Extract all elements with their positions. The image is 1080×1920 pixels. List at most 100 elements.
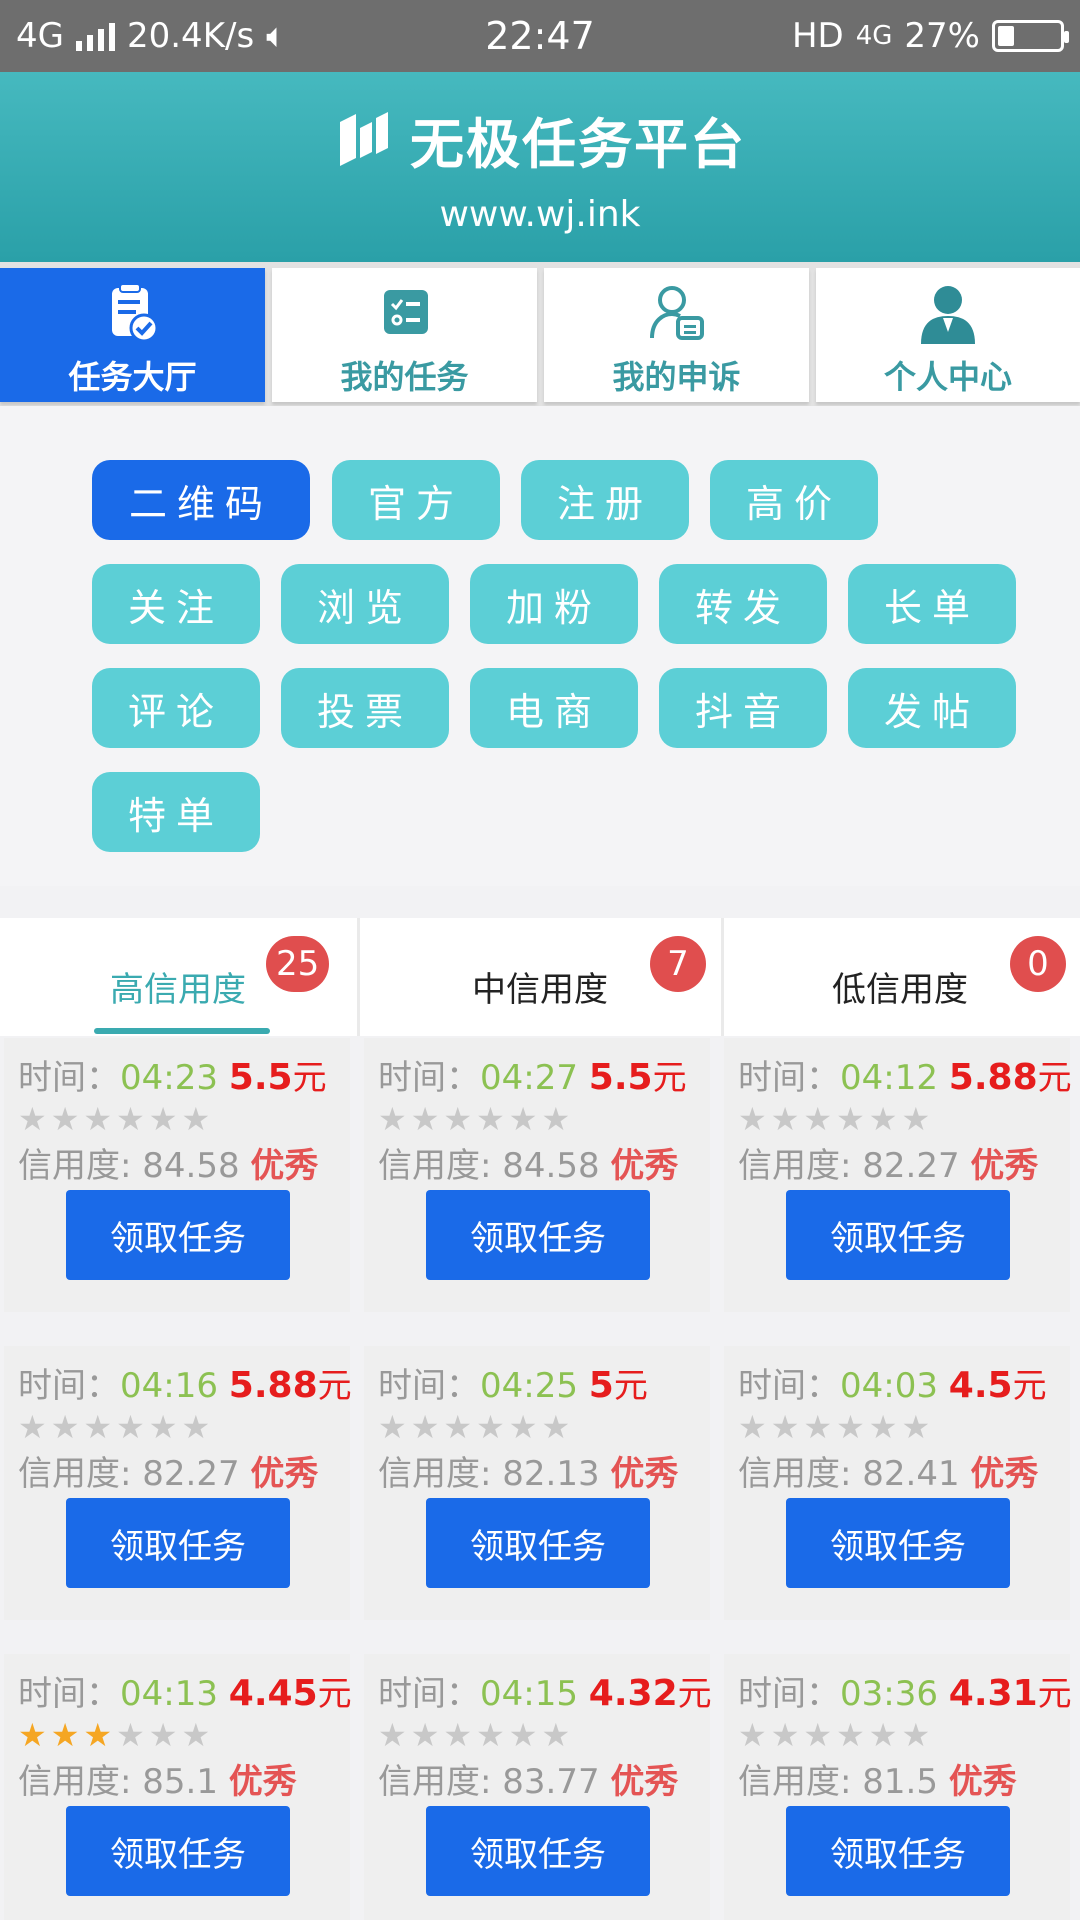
chip-post[interactable]: 发帖 — [848, 668, 1016, 748]
price-value: 4.32 — [588, 1673, 678, 1714]
task-time-price: 时间：04:13 4.45元 — [18, 1666, 352, 1715]
chip-long-order[interactable]: 长单 — [848, 564, 1016, 644]
star-icon: ★ — [738, 1100, 771, 1138]
claim-task-button[interactable]: 领取任务 — [786, 1806, 1010, 1896]
claim-task-button[interactable]: 领取任务 — [426, 1190, 650, 1280]
credit-score: 信用度: 84.58 优秀 — [18, 1138, 318, 1187]
star-icon: ★ — [770, 1100, 804, 1138]
claim-task-button[interactable]: 领取任务 — [786, 1190, 1010, 1280]
rating-stars: ★★★★★★ — [738, 1716, 934, 1754]
claim-task-button[interactable]: 领取任务 — [66, 1190, 290, 1280]
task-hall-icon — [111, 283, 158, 343]
task-card: 时间：04:23 5.5元 ★★★★★★ 信用度: 84.58 优秀 领取任务 — [4, 1038, 350, 1312]
star-icon: ★ — [181, 1716, 215, 1754]
price-value: 4.45 — [228, 1673, 318, 1714]
time-value: 04:12 — [840, 1058, 949, 1098]
tab-low-credit[interactable]: 低信用度 0 — [724, 918, 1080, 1036]
task-time-price: 时间：04:27 5.5元 — [378, 1050, 687, 1099]
price-value: 4.31 — [948, 1673, 1038, 1714]
price-value: 4.5 — [948, 1365, 1013, 1406]
chip-add-fans[interactable]: 加粉 — [470, 564, 638, 644]
claim-task-button[interactable]: 领取任务 — [786, 1498, 1010, 1588]
network-type-right: 4G — [855, 21, 893, 51]
star-icon: ★ — [378, 1100, 411, 1138]
price-unit: 元 — [317, 1366, 352, 1406]
star-icon: ★ — [148, 1408, 182, 1446]
credit-grade: 优秀 — [610, 1146, 679, 1186]
claim-task-button[interactable]: 领取任务 — [426, 1806, 650, 1896]
tab-mid-credit[interactable]: 中信用度 7 — [360, 918, 724, 1036]
claim-task-button[interactable]: 领取任务 — [66, 1806, 290, 1896]
claim-task-button[interactable]: 领取任务 — [66, 1498, 290, 1588]
star-icon: ★ — [868, 1716, 902, 1754]
time-label: 时间： — [378, 1674, 480, 1714]
star-icon: ★ — [770, 1408, 804, 1446]
user-center-icon — [921, 286, 975, 344]
time-value: 04:16 — [120, 1366, 229, 1406]
star-icon: ★ — [443, 1100, 477, 1138]
chip-ecommerce[interactable]: 电商 — [470, 668, 638, 748]
credit-label: 信用度: 82.27 — [738, 1146, 971, 1186]
price-unit: 元 — [1037, 1674, 1072, 1714]
star-icon: ★ — [476, 1408, 509, 1446]
chip-forward[interactable]: 转发 — [659, 564, 827, 644]
star-icon: ★ — [803, 1100, 837, 1138]
price-unit: 元 — [317, 1674, 352, 1714]
status-bar: 4G 20.4K/s 🔈︎ 22:47 HD 4G 27% — [0, 0, 1080, 72]
task-card: 时间：04:03 4.5元 ★★★★★★ 信用度: 82.41 优秀 领取任务 — [724, 1346, 1070, 1620]
rating-stars: ★★★★★★ — [738, 1408, 934, 1446]
task-time-price: 时间：04:03 4.5元 — [738, 1358, 1047, 1407]
credit-grade: 优秀 — [610, 1454, 679, 1494]
star-icon: ★ — [476, 1716, 509, 1754]
star-icon: ★ — [836, 1100, 869, 1138]
chip-douyin[interactable]: 抖音 — [659, 668, 827, 748]
time-label: 时间： — [738, 1366, 840, 1406]
chip-follow[interactable]: 关注 — [92, 564, 260, 644]
task-card: 时间：04:13 4.45元 ★★★★★★ 信用度: 85.1 优秀 领取任务 — [4, 1654, 352, 1920]
star-icon: ★ — [508, 1408, 542, 1446]
app-url[interactable]: www.wj.ink — [0, 194, 1080, 235]
star-icon: ★ — [410, 1100, 444, 1138]
claim-task-button[interactable]: 领取任务 — [426, 1498, 650, 1588]
chip-register[interactable]: 注册 — [521, 460, 689, 540]
task-grid: 时间：04:23 5.5元 ★★★★★★ 信用度: 84.58 优秀 领取任务 时间：0… — [0, 1036, 1080, 1920]
task-card: 时间：04:25 5元 ★★★★★★ 信用度: 82.13 优秀 领取任务 — [364, 1346, 710, 1620]
app-header: 无极任务平台 www.wj.ink — [0, 72, 1080, 262]
star-icon: ★ — [50, 1408, 84, 1446]
star-icon: ★ — [738, 1716, 771, 1754]
nav-tab-user-center[interactable]: 个人中心 — [816, 268, 1080, 402]
credit-label: 信用度: 81.5 — [738, 1762, 949, 1802]
chip-official[interactable]: 官方 — [332, 460, 500, 540]
time-value: 03:36 — [840, 1674, 949, 1714]
chip-comment[interactable]: 评论 — [92, 668, 260, 748]
main-nav: 任务大厅 我的任务 我的申诉 个人中心 — [0, 262, 1080, 406]
nav-tab-my-tasks[interactable]: 我的任务 — [272, 268, 537, 402]
price-value: 5.88 — [228, 1365, 318, 1406]
nav-label: 个人中心 — [883, 358, 1012, 396]
chip-high-price[interactable]: 高价 — [710, 460, 878, 540]
task-time-price: 时间：04:25 5元 — [378, 1358, 648, 1407]
star-icon: ★ — [83, 1408, 117, 1446]
chip-vote[interactable]: 投票 — [281, 668, 449, 748]
price-value: 5 — [588, 1365, 614, 1406]
credit-score: 信用度: 82.27 优秀 — [18, 1446, 318, 1495]
tab-high-credit[interactable]: 高信用度 25 — [0, 918, 360, 1036]
battery-icon — [992, 20, 1069, 52]
nav-tab-task-hall[interactable]: 任务大厅 — [0, 268, 265, 402]
credit-grade: 优秀 — [228, 1762, 297, 1802]
nav-label: 我的任务 — [340, 358, 469, 396]
task-card: 时间：03:36 4.31元 ★★★★★★ 信用度: 81.5 优秀 领取任务 — [724, 1654, 1072, 1920]
credit-grade: 优秀 — [250, 1146, 319, 1186]
nav-tab-my-appeals[interactable]: 我的申诉 — [544, 268, 809, 402]
credit-score: 信用度: 83.77 优秀 — [378, 1754, 678, 1803]
star-icon: ★ — [508, 1100, 542, 1138]
hd-indicator: HD — [791, 16, 844, 56]
count-badge: 7 — [650, 936, 706, 992]
chip-qrcode[interactable]: 二维码 — [92, 460, 310, 540]
chip-special[interactable]: 特单 — [92, 772, 260, 852]
star-icon: ★ — [50, 1100, 84, 1138]
star-icon: ★ — [18, 1100, 51, 1138]
task-card: 时间：04:12 5.88元 ★★★★★★ 信用度: 82.27 优秀 领取任务 — [724, 1038, 1072, 1312]
star-icon: ★ — [181, 1408, 215, 1446]
chip-browse[interactable]: 浏览 — [281, 564, 449, 644]
